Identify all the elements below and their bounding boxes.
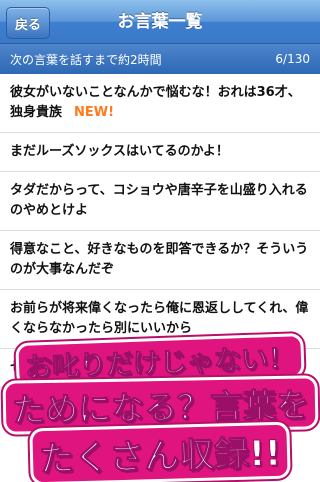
list-item[interactable]: まだルーズソックスはいてるのかよ！ bbox=[0, 133, 320, 172]
next-word-timer: 次の言葉を話すまで約2時間 bbox=[10, 52, 162, 67]
list-item-text: 得意なこと、好きなものを即答できるか？そういうのが大事なんだぞ bbox=[10, 242, 309, 277]
word-list: 彼女がいないことなんかで悩むな！おれは36才、独身貴族 NEW! まだルーズソック… bbox=[0, 74, 320, 480]
list-item-text: お前らが将来偉くなったら俺に恩返ししてくれ、偉くならなかったら別にいいから bbox=[10, 301, 309, 336]
navigation-bar: 戻る お言葉一覧 bbox=[0, 0, 320, 44]
list-item[interactable]: タダだからって、コショウや唐辛子を山盛り入れるのやめとけよ bbox=[0, 172, 320, 231]
list-item-text: まだルーズソックスはいてるのかよ！ bbox=[10, 144, 229, 159]
list-item-text: セクハラ！パワハラ！牧原！ bbox=[10, 360, 179, 375]
list-item[interactable]: 彼女がいないことなんかで悩むな！おれは36才、独身貴族 NEW! bbox=[0, 74, 320, 133]
list-item[interactable]: 得意なこと、好きなものを即答できるか？そういうのが大事なんだぞ bbox=[0, 231, 320, 290]
new-badge: NEW! bbox=[74, 105, 115, 120]
list-item-text: 彼女がいないことなんかで悩むな！おれは36才、独身貴族 bbox=[10, 85, 301, 120]
page-title: お言葉一覧 bbox=[117, 12, 203, 32]
list-item-text: タダだからって、コショウや唐辛子を山盛り入れるのやめとけよ bbox=[10, 183, 308, 218]
status-strip: 次の言葉を話すまで約2時間 6/130 bbox=[0, 44, 320, 74]
word-counter: 6/130 bbox=[275, 52, 310, 66]
list-item[interactable]: お前らが将来偉くなったら俺に恩返ししてくれ、偉くならなかったら別にいいから bbox=[0, 290, 320, 349]
list-item[interactable]: セクハラ！パワハラ！牧原！ bbox=[0, 349, 320, 388]
